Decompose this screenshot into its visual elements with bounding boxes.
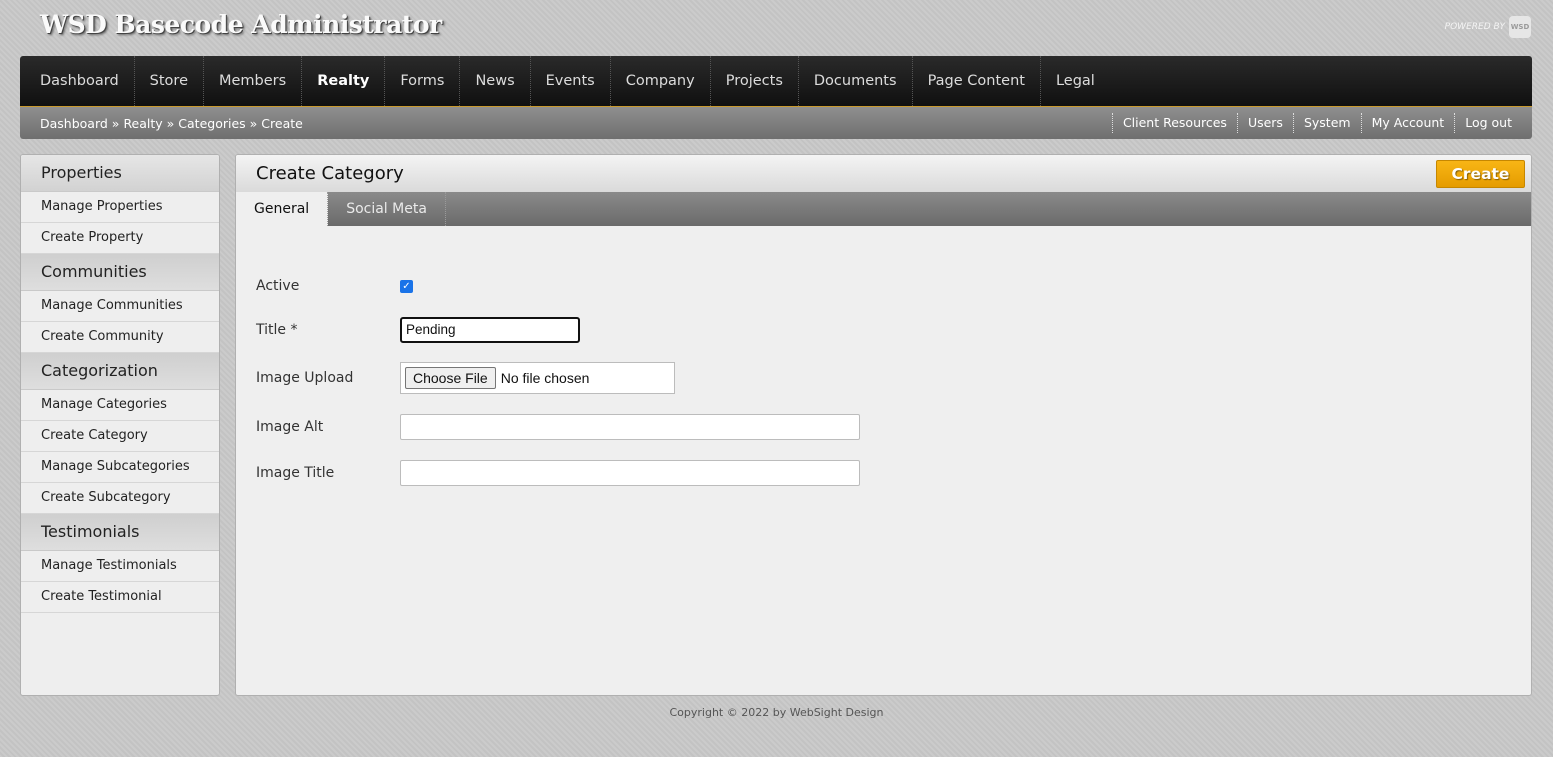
sub-nav-bar: Dashboard » Realty » Categories » Create… <box>20 107 1532 139</box>
image-upload-row: Image Upload Choose File No file chosen <box>256 362 675 394</box>
image-title-label: Image Title <box>256 465 335 481</box>
image-alt-row: Image Alt <box>256 414 860 440</box>
nav-item-dashboard[interactable]: Dashboard <box>20 56 134 106</box>
nav-item-events[interactable]: Events <box>529 56 610 106</box>
util-link-client-resources[interactable]: Client Resources <box>1111 113 1237 133</box>
nav-item-documents[interactable]: Documents <box>797 56 912 106</box>
image-alt-input[interactable] <box>400 414 860 440</box>
tab-social-meta[interactable]: Social Meta <box>328 192 446 226</box>
nav-item-legal[interactable]: Legal <box>1039 56 1110 106</box>
sidebar-item-manage-communities[interactable]: Manage Communities <box>21 291 219 322</box>
title-row: Title * Pending <box>256 317 580 343</box>
sidebar-item-create-property[interactable]: Create Property <box>21 223 219 254</box>
sidebar-heading-communities: Communities <box>21 254 219 291</box>
utility-links: Client Resources Users System My Account Log… <box>1111 107 1532 139</box>
sidebar-item-create-testimonial[interactable]: Create Testimonial <box>21 582 219 613</box>
sidebar: Properties Manage Properties Create Proper… <box>20 154 220 696</box>
nav-item-page-content[interactable]: Page Content <box>911 56 1040 106</box>
sidebar-heading-categorization: Categorization <box>21 353 219 390</box>
page-title: Create Category <box>256 163 404 184</box>
active-row: Active ✓ <box>256 278 413 294</box>
nav-item-projects[interactable]: Projects <box>709 56 798 106</box>
breadcrumb-separator: » <box>162 115 179 131</box>
footer-copyright: Copyright © 2022 by WebSight Design <box>669 706 884 719</box>
sidebar-item-create-category[interactable]: Create Category <box>21 421 219 452</box>
active-checkbox[interactable]: ✓ <box>400 279 413 293</box>
nav-item-members[interactable]: Members <box>203 56 301 106</box>
image-alt-label: Image Alt <box>256 419 324 435</box>
sidebar-heading-testimonials: Testimonials <box>21 514 219 551</box>
breadcrumb-item-dashboard[interactable]: Dashboard <box>40 116 108 131</box>
app-title: WSD Basecode Administrator <box>40 10 442 39</box>
wsd-logo-icon: WSD <box>1509 16 1531 38</box>
breadcrumb-item-create: Create <box>261 115 303 131</box>
breadcrumb: Dashboard » Realty » Categories » Create <box>20 116 303 131</box>
powered-by: POWERED BY WSD <box>1445 16 1531 38</box>
main-content: Create Category Create General Social Met… <box>235 154 1532 696</box>
nav-item-news[interactable]: News <box>459 56 529 106</box>
util-link-my-account[interactable]: My Account <box>1360 113 1455 133</box>
active-label: Active <box>256 278 300 294</box>
nav-item-store[interactable]: Store <box>133 56 203 106</box>
nav-item-forms[interactable]: Forms <box>384 56 459 106</box>
image-upload-field: Choose File No file chosen <box>400 362 675 394</box>
tab-bar: General Social Meta <box>236 192 1531 226</box>
sidebar-item-create-subcategory[interactable]: Create Subcategory <box>21 483 219 514</box>
tab-general[interactable]: General <box>236 192 329 226</box>
main-nav: Dashboard Store Members Realty Forms News Even… <box>20 56 1532 107</box>
image-title-row: Image Title <box>256 460 860 486</box>
sidebar-item-manage-subcategories[interactable]: Manage Subcategories <box>21 452 219 483</box>
sidebar-item-create-community[interactable]: Create Community <box>21 322 219 353</box>
powered-by-label: POWERED BY <box>1444 22 1505 32</box>
choose-file-button[interactable]: Choose File <box>405 367 496 389</box>
breadcrumb-separator: » <box>245 115 262 131</box>
sidebar-item-manage-testimonials[interactable]: Manage Testimonials <box>21 551 219 582</box>
content-header: Create Category Create <box>236 155 1531 192</box>
title-label: Title * <box>256 322 298 338</box>
util-link-log-out[interactable]: Log out <box>1454 113 1522 133</box>
nav-item-company[interactable]: Company <box>609 56 710 106</box>
nav-item-realty[interactable]: Realty <box>301 56 384 106</box>
sidebar-item-manage-categories[interactable]: Manage Categories <box>21 390 219 421</box>
image-upload-label: Image Upload <box>256 370 354 386</box>
breadcrumb-item-realty[interactable]: Realty <box>123 116 162 131</box>
util-link-system[interactable]: System <box>1292 113 1361 133</box>
breadcrumb-separator: » <box>107 115 124 131</box>
sidebar-heading-properties: Properties <box>21 155 219 192</box>
file-status-text: No file chosen <box>500 370 590 386</box>
title-input[interactable]: Pending <box>400 317 580 343</box>
breadcrumb-item-categories[interactable]: Categories <box>178 116 245 131</box>
util-link-users[interactable]: Users <box>1236 113 1293 133</box>
create-button[interactable]: Create <box>1436 160 1525 188</box>
sidebar-item-manage-properties[interactable]: Manage Properties <box>21 192 219 223</box>
image-title-input[interactable] <box>400 460 860 486</box>
